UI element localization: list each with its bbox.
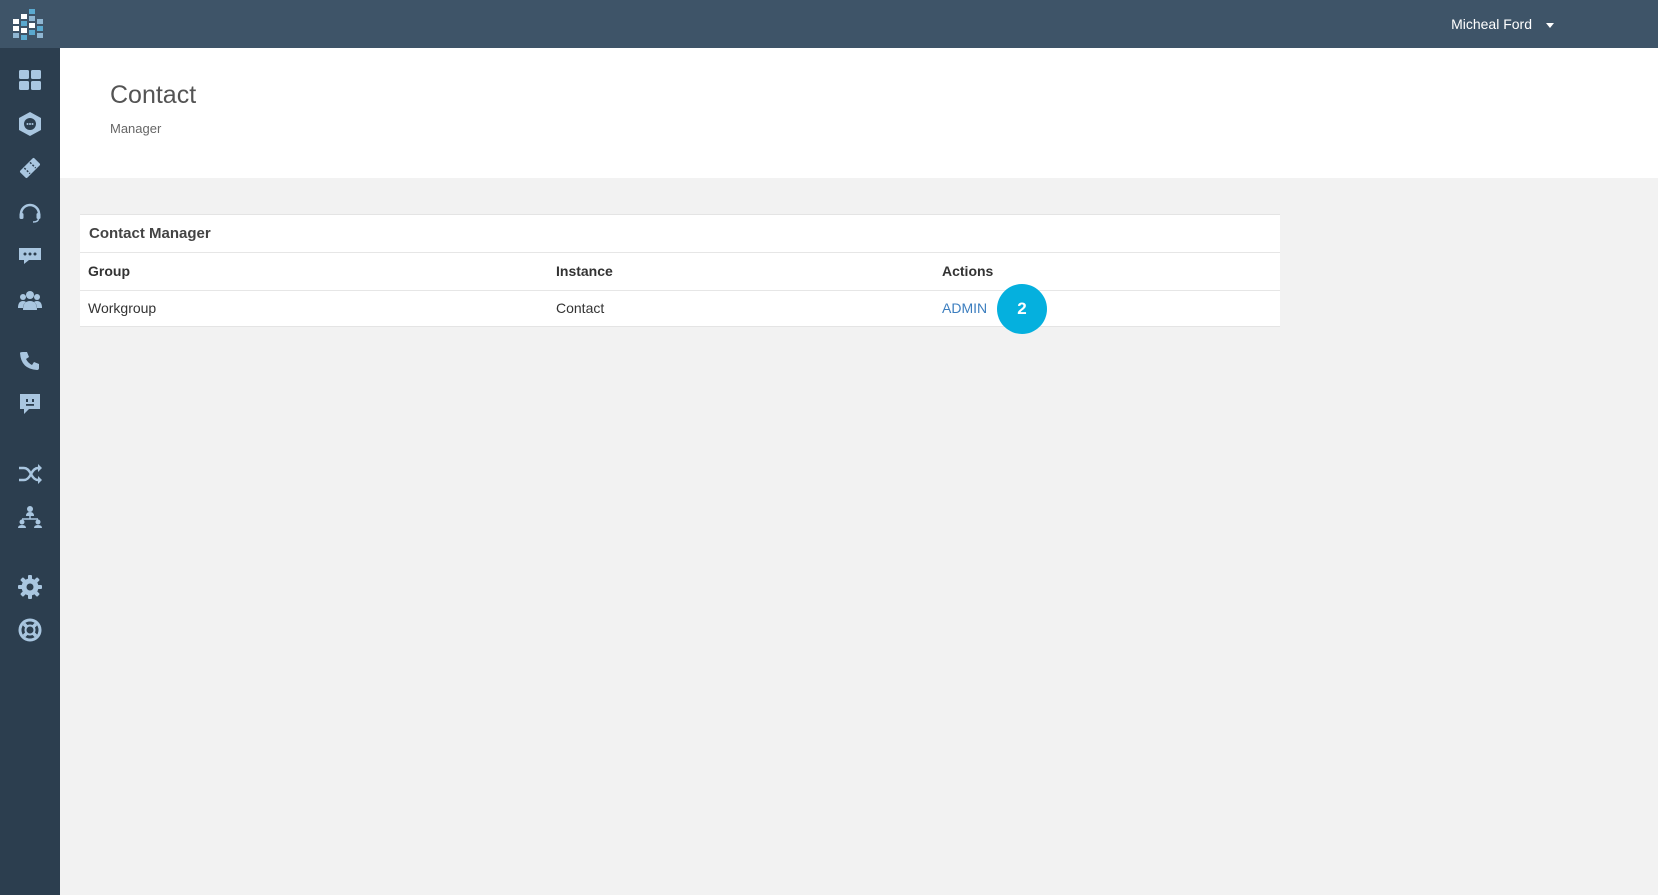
headset-icon[interactable]	[15, 197, 45, 227]
group-cell: Workgroup	[88, 300, 157, 317]
ticket-icon[interactable]	[15, 153, 45, 183]
chevron-down-icon	[1546, 22, 1554, 28]
app-logo-icon[interactable]	[13, 9, 47, 41]
hexagon-chat-icon[interactable]	[15, 109, 45, 139]
column-header-group: Group	[80, 253, 548, 291]
sidebar	[0, 48, 60, 895]
page-title: Contact	[110, 81, 197, 109]
panel-title: Contact Manager	[80, 215, 1280, 253]
users-icon[interactable]	[15, 285, 45, 315]
org-chart-icon[interactable]	[15, 502, 45, 532]
admin-link[interactable]: ADMIN	[942, 300, 987, 316]
column-header-actions: Actions	[934, 253, 1280, 291]
instance-cell: Contact	[556, 300, 605, 317]
contact-manager-table: Group Instance Actions Workgroup Contact…	[80, 253, 1280, 326]
page-subtitle: Manager	[110, 121, 162, 136]
top-bar: Micheal Ford	[0, 0, 1658, 48]
table-row: Workgroup Contact ADMIN	[80, 290, 1280, 326]
lifebuoy-icon[interactable]	[15, 615, 45, 645]
table-header-row: Group Instance Actions	[80, 253, 1280, 291]
shuffle-icon[interactable]	[15, 459, 45, 489]
actions-cell: ADMIN	[934, 290, 1280, 326]
column-header-instance: Instance	[548, 253, 934, 291]
user-menu[interactable]: Micheal Ford	[1451, 0, 1554, 48]
dashboard-icon[interactable]	[15, 65, 45, 95]
user-name: Micheal Ford	[1451, 16, 1532, 32]
page-header: Contact Manager	[60, 48, 1658, 178]
step-badge: 2	[997, 284, 1047, 334]
phone-icon[interactable]	[15, 347, 45, 377]
contact-manager-panel: Contact Manager Group Instance Actions W…	[80, 214, 1280, 327]
gear-icon[interactable]	[15, 572, 45, 602]
message-icon[interactable]	[15, 389, 45, 419]
chat-bubble-icon[interactable]	[15, 241, 45, 271]
